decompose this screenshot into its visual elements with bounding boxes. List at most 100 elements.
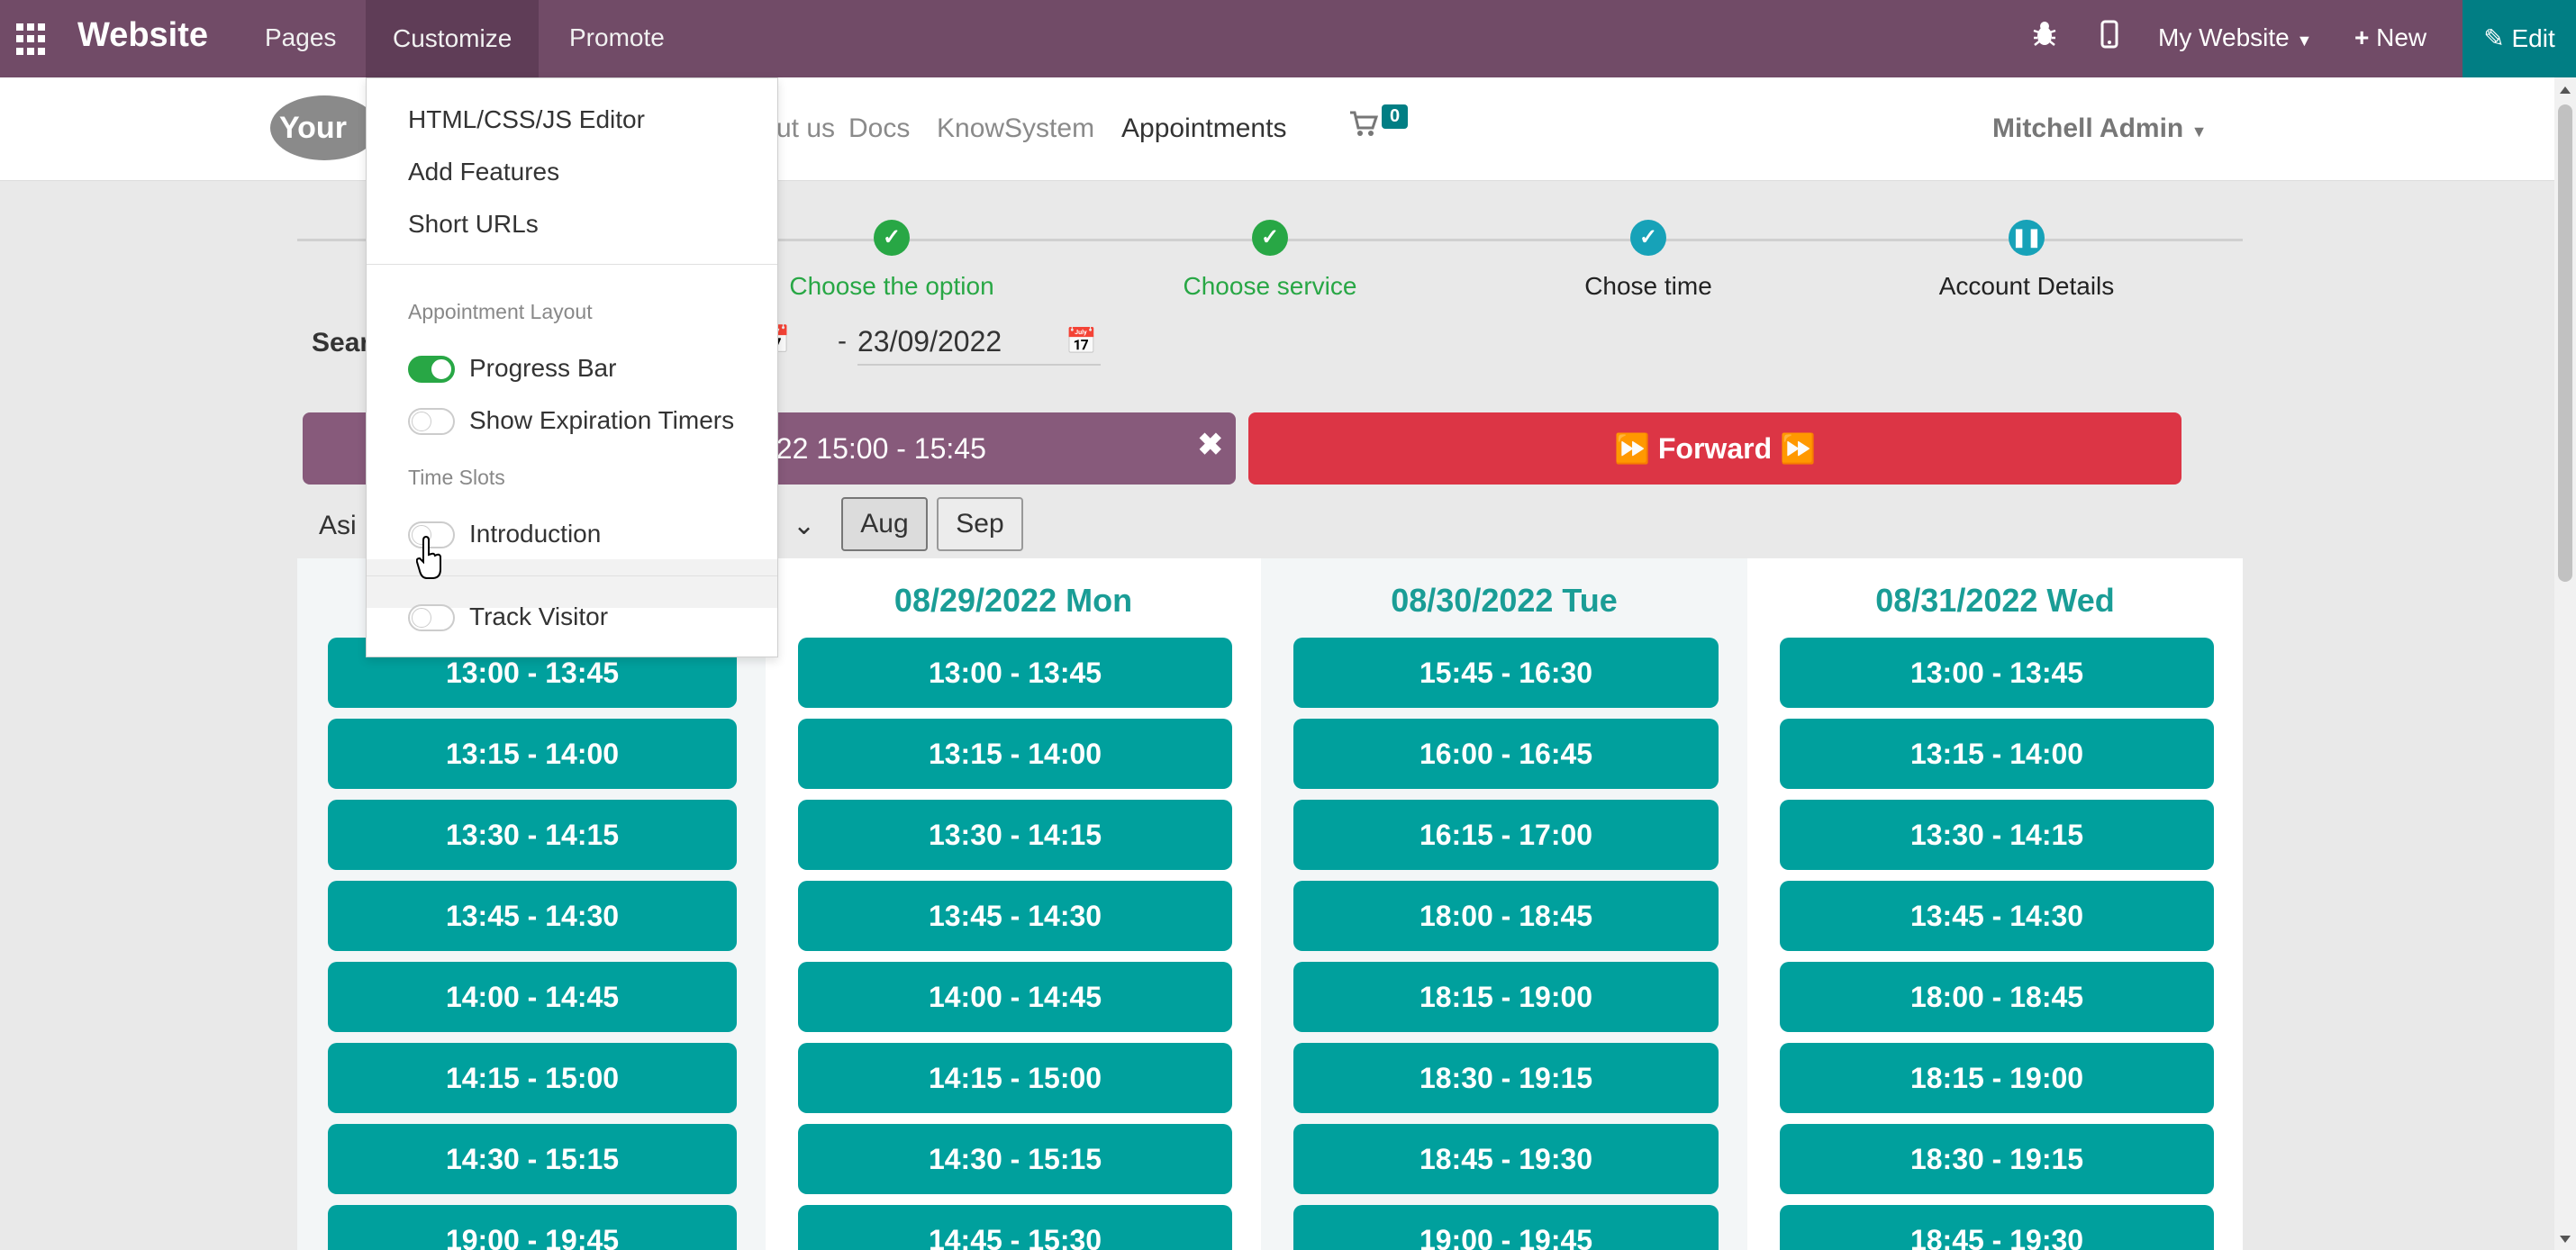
menu-promote[interactable]: Promote <box>569 23 665 52</box>
time-slot[interactable]: 13:45 - 14:30 <box>328 881 737 951</box>
new-button-label: New <box>2376 23 2427 51</box>
search-label: Sear <box>312 328 371 358</box>
nav-docs[interactable]: Docs <box>848 113 910 144</box>
time-slot[interactable]: 14:15 - 15:00 <box>798 1043 1232 1113</box>
time-slot[interactable]: 19:00 - 19:45 <box>1293 1205 1719 1250</box>
day-header: 08/29/2022 Mon <box>893 582 1133 619</box>
fast-forward-icon: ⏩ <box>1780 432 1816 465</box>
cart-count-badge: 0 <box>1382 104 1409 129</box>
expiration-timers-toggle[interactable] <box>408 408 455 435</box>
menu-item-add-features[interactable]: Add Features <box>408 158 559 186</box>
time-slot[interactable]: 16:15 - 17:00 <box>1293 800 1719 870</box>
apps-grid-icon[interactable] <box>16 23 49 56</box>
introduction-label[interactable]: Introduction <box>469 520 601 548</box>
expiration-timers-label[interactable]: Show Expiration Timers <box>469 406 734 435</box>
time-slot[interactable]: 13:30 - 14:15 <box>1780 800 2214 870</box>
menu-customize[interactable]: Customize <box>366 0 540 77</box>
menu-item-html-editor[interactable]: HTML/CSS/JS Editor <box>408 105 645 134</box>
progress-bar-label[interactable]: Progress Bar <box>469 354 616 383</box>
forward-label: Forward <box>1657 432 1773 465</box>
time-slot[interactable]: 14:00 - 14:45 <box>328 962 737 1032</box>
selected-slot-text: 022 15:00 - 15:45 <box>760 432 986 465</box>
date-separator: - <box>838 326 847 356</box>
cart-icon[interactable] <box>1349 110 1379 144</box>
time-slot[interactable]: 13:15 - 14:00 <box>1780 719 2214 789</box>
date-to-value: 23/09/2022 <box>857 325 1002 358</box>
website-switcher[interactable]: My Website ▼ <box>2158 23 2312 52</box>
time-slot[interactable]: 13:15 - 14:00 <box>328 719 737 789</box>
time-slot[interactable]: 14:15 - 15:00 <box>328 1043 737 1113</box>
chevron-down-icon: ▼ <box>2296 32 2313 50</box>
step-choose-service: ✓ Choose service <box>1108 220 1432 301</box>
check-icon: ✓ <box>1252 220 1288 256</box>
time-slot[interactable]: 18:15 - 19:00 <box>1780 1043 2214 1113</box>
day-column: 08/31/2022 Wed 13:00 - 13:45 13:15 - 14:… <box>1747 558 2243 1250</box>
time-slot[interactable]: 18:30 - 19:15 <box>1780 1124 2214 1194</box>
time-slot[interactable]: 19:00 - 19:45 <box>328 1205 737 1250</box>
toggle-knob <box>431 359 451 379</box>
pencil-icon: ✎ <box>2483 24 2505 52</box>
nav-appointments[interactable]: Appointments <box>1121 113 1286 144</box>
edit-button[interactable]: ✎ Edit <box>2463 0 2576 77</box>
month-aug-button[interactable]: Aug <box>841 497 928 551</box>
month-sep-button[interactable]: Sep <box>937 497 1023 551</box>
date-to-field[interactable]: 23/09/2022 📅 <box>857 319 1101 366</box>
time-slot[interactable]: 13:30 - 14:15 <box>328 800 737 870</box>
time-slot[interactable]: 13:45 - 14:30 <box>1780 881 2214 951</box>
menu-pages[interactable]: Pages <box>265 23 336 52</box>
time-slot[interactable]: 14:00 - 14:45 <box>798 962 1232 1032</box>
user-menu[interactable]: Mitchell Admin ▼ <box>1992 113 2207 144</box>
site-logo[interactable]: Your <box>270 95 378 160</box>
scroll-down-icon[interactable] <box>2560 1236 2571 1243</box>
new-button[interactable]: + New <box>2354 23 2426 52</box>
plus-icon: + <box>2354 23 2370 51</box>
day-header: 08/31/2022 Wed <box>1875 582 2115 619</box>
close-icon[interactable]: ✖ <box>1198 409 1224 481</box>
check-icon: ✓ <box>1630 220 1666 256</box>
admin-navbar: Website Pages Customize Promote My Websi… <box>0 0 2576 77</box>
progress-bar-toggle[interactable] <box>408 356 455 383</box>
time-slot[interactable]: 13:30 - 14:15 <box>798 800 1232 870</box>
nav-about-us[interactable]: ut us <box>776 113 835 144</box>
vertical-scrollbar[interactable] <box>2554 77 2576 1250</box>
scroll-up-icon[interactable] <box>2560 86 2571 94</box>
track-visitor-label[interactable]: Track Visitor <box>469 602 608 631</box>
app-brand[interactable]: Website <box>77 16 208 55</box>
time-slot[interactable]: 16:00 - 16:45 <box>1293 719 1719 789</box>
time-slot[interactable]: 18:15 - 19:00 <box>1293 962 1719 1032</box>
time-slot[interactable]: 18:00 - 18:45 <box>1780 962 2214 1032</box>
time-slot[interactable]: 13:15 - 14:00 <box>798 719 1232 789</box>
menu-item-short-urls[interactable]: Short URLs <box>408 210 539 239</box>
scrollbar-thumb[interactable] <box>2558 104 2572 582</box>
forward-button[interactable]: ⏩ Forward ⏩ <box>1248 412 2181 485</box>
bug-icon[interactable] <box>2032 20 2057 54</box>
time-slot[interactable]: 18:45 - 19:30 <box>1293 1124 1719 1194</box>
time-slot[interactable]: 15:45 - 16:30 <box>1293 638 1719 708</box>
toggle-knob <box>412 608 431 628</box>
chevron-down-icon: ▼ <box>2191 122 2208 140</box>
time-slot[interactable]: 13:45 - 14:30 <box>798 881 1232 951</box>
slots-calendar: 13:00 - 13:45 13:15 - 14:00 13:30 - 14:1… <box>297 558 2243 1250</box>
mobile-icon[interactable] <box>2100 20 2118 56</box>
time-slot[interactable]: 14:30 - 15:15 <box>328 1124 737 1194</box>
time-slot[interactable]: 18:30 - 19:15 <box>1293 1043 1719 1113</box>
step-label: Account Details <box>1938 272 2115 300</box>
time-slots-header: Time Slots <box>408 466 505 489</box>
website-name: My Website <box>2158 23 2290 51</box>
time-slot[interactable]: 13:00 - 13:45 <box>1780 638 2214 708</box>
time-slot[interactable]: 18:00 - 18:45 <box>1293 881 1719 951</box>
step-label: Chose time <box>1584 272 1712 300</box>
step-label: Choose service <box>1183 272 1357 300</box>
day-header: 08/30/2022 Tue <box>1391 582 1618 619</box>
time-slot[interactable]: 18:45 - 19:30 <box>1780 1205 2214 1250</box>
chevron-down-icon: ⌄ <box>793 511 816 540</box>
time-slot[interactable]: 14:45 - 15:30 <box>798 1205 1232 1250</box>
time-slot[interactable]: 14:30 - 15:15 <box>798 1124 1232 1194</box>
edit-button-label: Edit <box>2511 24 2555 52</box>
time-slot[interactable]: 13:00 - 13:45 <box>798 638 1232 708</box>
day-column: 08/29/2022 Mon 13:00 - 13:45 13:15 - 14:… <box>766 558 1261 1250</box>
track-visitor-toggle[interactable] <box>408 604 455 631</box>
toggle-knob <box>412 412 431 431</box>
calendar-icon[interactable]: 📅 <box>1066 319 1097 364</box>
nav-knowsystem[interactable]: KnowSystem <box>937 113 1094 144</box>
